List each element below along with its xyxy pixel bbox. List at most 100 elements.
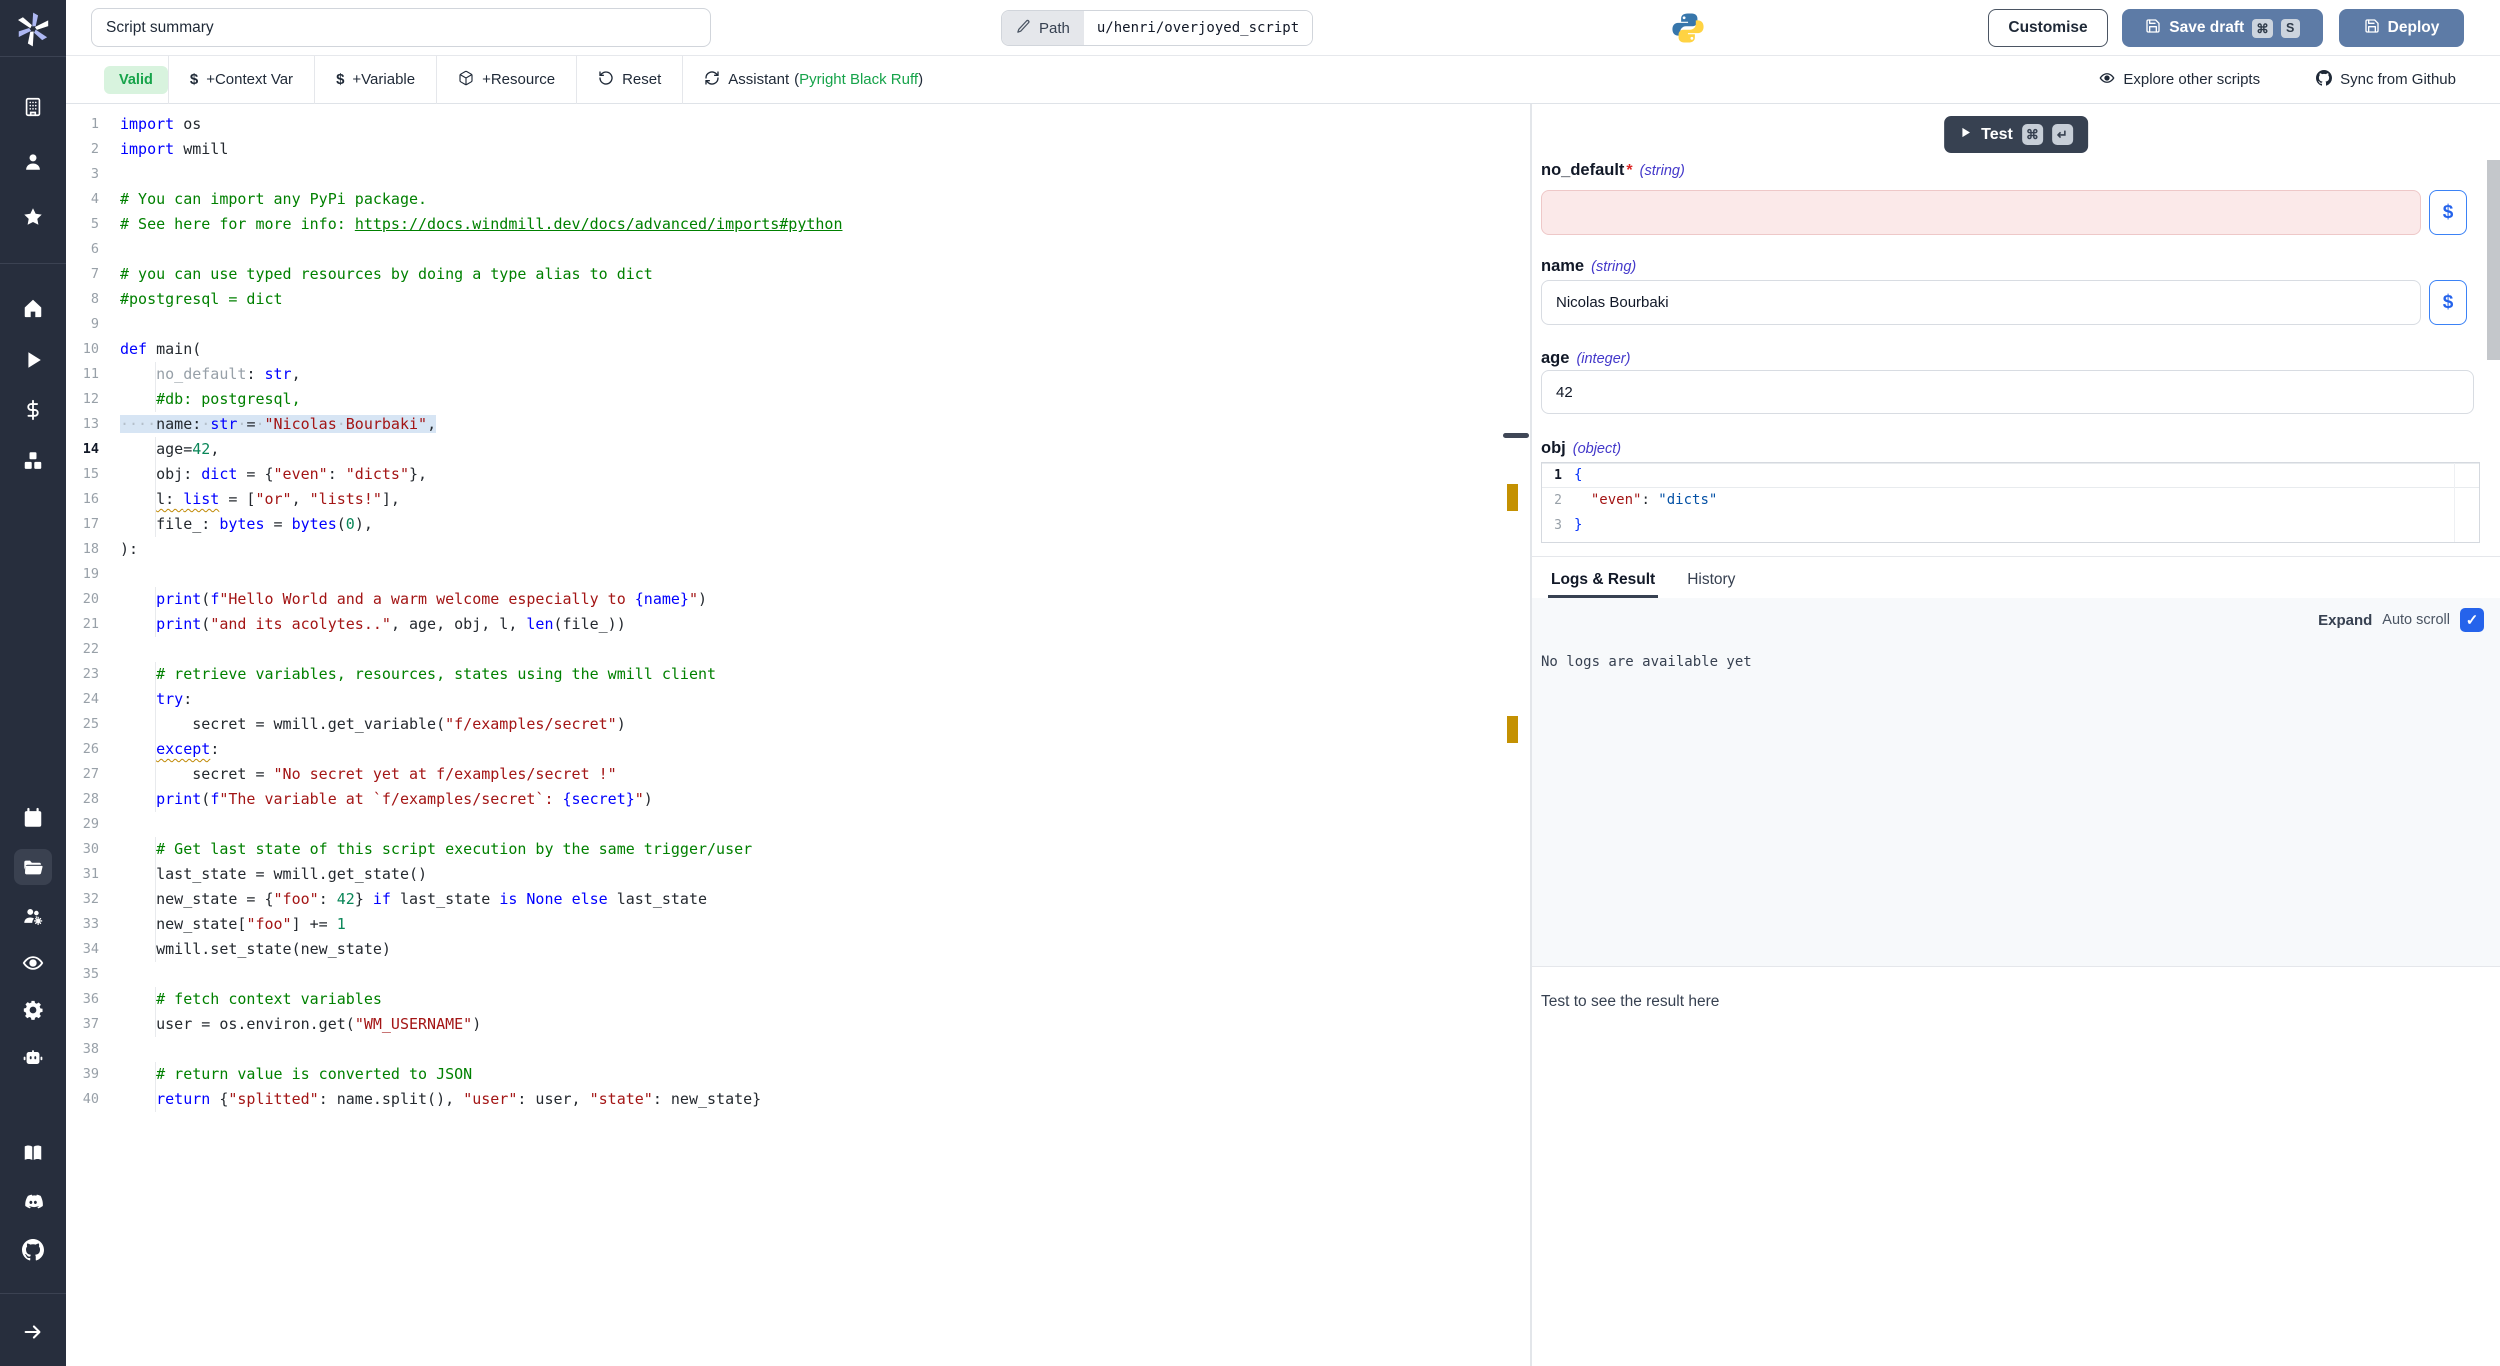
code-line[interactable]: 3: [66, 162, 1530, 187]
code-line[interactable]: 19: [66, 562, 1530, 587]
path-value[interactable]: u/henri/overjoyed_script: [1084, 11, 1312, 45]
assistant-lang: (Pyright Black Ruff): [794, 71, 923, 88]
add-context-var-button[interactable]: $ +Context Var: [169, 56, 314, 104]
code-line[interactable]: 31 last_state = wmill.get_state(): [66, 862, 1530, 887]
code-line[interactable]: 18):: [66, 537, 1530, 562]
line-number: 23: [66, 662, 99, 687]
code-line[interactable]: 2 "even": "dicts": [1542, 488, 2479, 513]
code-line[interactable]: 13····name:·str·=·"Nicolas·Bourbaki",: [66, 412, 1530, 437]
no-default-input[interactable]: [1541, 190, 2421, 235]
bot-icon[interactable]: [14, 1040, 52, 1076]
insert-variable-button[interactable]: $: [2429, 280, 2467, 325]
code-line[interactable]: 38: [66, 1037, 1530, 1062]
code-line[interactable]: 21 print("and its acolytes..", age, obj,…: [66, 612, 1530, 637]
add-resource-button[interactable]: +Resource: [437, 56, 576, 104]
save-draft-button[interactable]: Save draft ⌘ S: [2122, 9, 2323, 47]
star-icon[interactable]: [14, 199, 52, 235]
github-icon[interactable]: [14, 1232, 52, 1268]
field-label-age: age (integer): [1541, 349, 1630, 368]
code-line[interactable]: 36 # fetch context variables: [66, 987, 1530, 1012]
result-tabs: Logs & Result History: [1532, 558, 2500, 598]
user-icon[interactable]: [14, 144, 52, 180]
book-open-icon[interactable]: [14, 1135, 52, 1171]
code-line[interactable]: 10def main(: [66, 337, 1530, 362]
reset-button[interactable]: Reset: [577, 56, 682, 104]
code-line[interactable]: 29: [66, 812, 1530, 837]
eye-icon[interactable]: [14, 945, 52, 981]
explore-other-scripts-button[interactable]: Explore other scripts: [2043, 56, 2260, 104]
customise-button[interactable]: Customise: [1988, 9, 2108, 47]
code-line[interactable]: 39 # return value is converted to JSON: [66, 1062, 1530, 1087]
line-number: 2: [1542, 488, 1562, 513]
code-line[interactable]: 4# You can import any PyPi package.: [66, 187, 1530, 212]
required-mark: *: [1626, 162, 1632, 180]
code-line[interactable]: 33 new_state["foo"] += 1: [66, 912, 1530, 937]
test-button[interactable]: Test ⌘ ↵: [1944, 116, 2088, 153]
add-variable-button[interactable]: $ +Variable: [315, 56, 436, 104]
code-line[interactable]: 22: [66, 637, 1530, 662]
script-summary-input[interactable]: [91, 8, 711, 47]
code-line[interactable]: 9: [66, 312, 1530, 337]
arrow-right-icon[interactable]: [14, 1314, 52, 1350]
name-input[interactable]: [1541, 280, 2421, 325]
windmill-logo-icon[interactable]: [12, 7, 54, 49]
code-line[interactable]: 24 try:: [66, 687, 1530, 712]
code-line[interactable]: 28 print(f"The variable at `f/examples/s…: [66, 787, 1530, 812]
code-editor[interactable]: 1import os2import wmill34# You can impor…: [66, 104, 1530, 1366]
logs-empty-text: No logs are available yet: [1541, 654, 1752, 670]
users-gear-icon[interactable]: [14, 898, 52, 934]
code-line[interactable]: 26 except:: [66, 737, 1530, 762]
code-line[interactable]: 16 l: list = ["or", "lists!"],: [66, 487, 1530, 512]
gear-icon[interactable]: [14, 992, 52, 1028]
expand-button[interactable]: Expand: [2318, 612, 2372, 629]
sync-from-github-button[interactable]: Sync from Github: [2260, 56, 2456, 104]
rotate-ccw-icon: [598, 70, 614, 90]
line-number: 13: [66, 412, 99, 437]
line-number: 3: [1542, 513, 1562, 538]
code-line[interactable]: 1import os: [66, 112, 1530, 137]
code-line[interactable]: 1{: [1542, 463, 2479, 488]
code-line[interactable]: 35: [66, 962, 1530, 987]
code-line[interactable]: 2import wmill: [66, 137, 1530, 162]
deploy-button[interactable]: Deploy: [2339, 9, 2464, 47]
code-line[interactable]: 23 # retrieve variables, resources, stat…: [66, 662, 1530, 687]
code-line[interactable]: 30 # Get last state of this script execu…: [66, 837, 1530, 862]
warning-marker: [1507, 484, 1518, 511]
code-line[interactable]: 20 print(f"Hello World and a warm welcom…: [66, 587, 1530, 612]
add-context-var-label: +Context Var: [206, 71, 293, 88]
tab-logs-result[interactable]: Logs & Result: [1548, 562, 1658, 598]
code-line[interactable]: 34 wmill.set_state(new_state): [66, 937, 1530, 962]
age-input[interactable]: [1541, 370, 2474, 414]
code-line[interactable]: 11 no_default: str,: [66, 362, 1530, 387]
autoscroll-checkbox[interactable]: ✓: [2460, 608, 2484, 632]
code-line[interactable]: 32 new_state = {"foo": 42} if last_state…: [66, 887, 1530, 912]
code-line[interactable]: 12 #db: postgresql,: [66, 387, 1530, 412]
boxes-icon[interactable]: [14, 443, 52, 479]
play-icon[interactable]: [14, 342, 52, 378]
path-chip[interactable]: Path u/henri/overjoyed_script: [1001, 10, 1313, 46]
code-line[interactable]: 3}: [1542, 513, 2479, 538]
obj-json-editor[interactable]: 1{2 "even": "dicts"3}: [1541, 462, 2480, 543]
assistant-button[interactable]: Assistant (Pyright Black Ruff): [683, 56, 944, 104]
tab-history[interactable]: History: [1684, 562, 1738, 598]
code-line[interactable]: 8#postgresql = dict: [66, 287, 1530, 312]
folder-open-icon[interactable]: [14, 849, 52, 885]
building-icon[interactable]: [14, 89, 52, 125]
dollar-icon[interactable]: [14, 392, 52, 428]
discord-icon[interactable]: [14, 1184, 52, 1220]
scrollbar-thumb[interactable]: [2487, 160, 2500, 360]
home-icon[interactable]: [14, 290, 52, 326]
code-line[interactable]: 5# See here for more info: https://docs.…: [66, 212, 1530, 237]
insert-variable-button[interactable]: $: [2429, 190, 2467, 235]
code-line[interactable]: 25 secret = wmill.get_variable("f/exampl…: [66, 712, 1530, 737]
code-line[interactable]: 14 age=42,: [66, 437, 1530, 462]
code-line[interactable]: 7# you can use typed resources by doing …: [66, 262, 1530, 287]
code-line[interactable]: 27 secret = "No secret yet at f/examples…: [66, 762, 1530, 787]
panel-resize-handle[interactable]: [1503, 433, 1529, 438]
code-line[interactable]: 6: [66, 237, 1530, 262]
code-line[interactable]: 17 file_: bytes = bytes(0),: [66, 512, 1530, 537]
code-line[interactable]: 40 return {"splitted": name.split(), "us…: [66, 1087, 1530, 1112]
calendar-icon[interactable]: [14, 800, 52, 836]
code-line[interactable]: 15 obj: dict = {"even": "dicts"},: [66, 462, 1530, 487]
code-line[interactable]: 37 user = os.environ.get("WM_USERNAME"): [66, 1012, 1530, 1037]
